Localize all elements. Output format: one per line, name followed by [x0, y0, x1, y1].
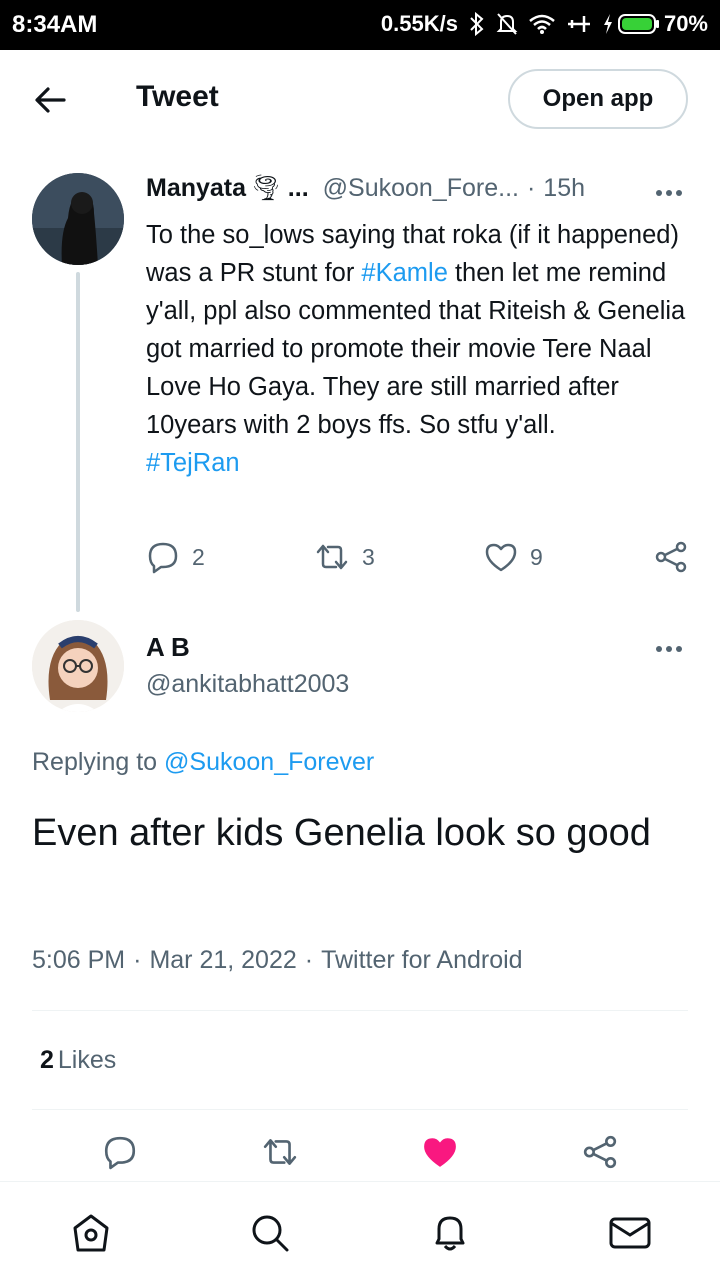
- author-name[interactable]: A B: [146, 632, 190, 663]
- profile-photo: [32, 173, 124, 265]
- retweet-icon[interactable]: [260, 1134, 300, 1170]
- like-button[interactable]: 9: [484, 540, 543, 574]
- tweet-time[interactable]: 15h: [543, 174, 585, 203]
- status-bar: 8:34AM 0.55K/s 70%: [0, 0, 720, 50]
- replying-handle-link[interactable]: @Sukoon_Forever: [164, 748, 374, 776]
- header: Tweet Open app: [0, 50, 720, 150]
- heart-filled-icon[interactable]: [421, 1134, 459, 1170]
- airplane-mode-icon: [567, 16, 590, 32]
- tweet-time[interactable]: 5:06 PM: [32, 946, 125, 974]
- separator-dot: ·: [133, 946, 142, 974]
- retweet-icon: [316, 544, 348, 570]
- likes-summary[interactable]: 2 Likes: [40, 1046, 116, 1075]
- home-icon[interactable]: [70, 1212, 112, 1254]
- avatar[interactable]: [32, 173, 124, 265]
- tweet-source: Twitter for Android: [321, 946, 523, 974]
- reply-count: 2: [192, 543, 205, 570]
- page-title: Tweet: [136, 80, 219, 113]
- mute-bell-icon: [496, 13, 518, 35]
- avatar[interactable]: [32, 620, 124, 712]
- profile-illustration: [32, 620, 124, 712]
- network-speed: 0.55K/s: [380, 11, 458, 36]
- thread-line: [76, 272, 80, 612]
- divider: [32, 1010, 688, 1011]
- retweet-count: 3: [362, 543, 375, 570]
- reply-icon[interactable]: [102, 1134, 138, 1170]
- share-icon[interactable]: [582, 1134, 618, 1170]
- author-handle[interactable]: @ankitabhatt2003: [146, 670, 349, 699]
- search-icon[interactable]: [249, 1212, 291, 1254]
- tornado-emoji-icon: 🌪: [250, 174, 282, 202]
- charging-icon: [603, 14, 612, 34]
- bottom-navigation: [0, 1181, 720, 1280]
- author-handle[interactable]: @Sukoon_Fore...: [323, 174, 519, 203]
- tweet-main-text: Even after kids Genelia look so good: [32, 812, 651, 854]
- status-time: 8:34AM: [12, 11, 98, 38]
- tweet-header: Manyata 🌪 ... @Sukoon_Fore... · 15h: [146, 174, 696, 203]
- hashtag-link[interactable]: #Kamle: [361, 259, 447, 287]
- reply-icon: [148, 542, 178, 574]
- more-options-icon[interactable]: [654, 178, 684, 208]
- tweet-actions: [0, 1134, 720, 1178]
- divider: [32, 1109, 688, 1110]
- battery-icon: [617, 14, 659, 34]
- share-icon: [655, 541, 687, 573]
- likes-label: Likes: [57, 1046, 117, 1074]
- share-button[interactable]: [654, 540, 688, 574]
- like-count: 9: [530, 543, 543, 570]
- tweet-date[interactable]: Mar 21, 2022: [149, 946, 296, 974]
- name-ellipsis: ...: [287, 174, 309, 202]
- back-arrow-icon[interactable]: [30, 80, 70, 120]
- separator-dot: ·: [304, 946, 314, 974]
- notifications-bell-icon[interactable]: [429, 1212, 471, 1254]
- tweet-text: To the so_lows saying that roka (if it h…: [146, 216, 692, 482]
- bluetooth-icon: [470, 12, 484, 36]
- tweet-actions: 2 3 9: [146, 540, 691, 584]
- battery-level: 70%: [663, 11, 708, 36]
- likes-count: 2: [40, 1046, 54, 1074]
- separator-dot: ·: [526, 174, 536, 202]
- replying-prefix: Replying to: [32, 748, 158, 776]
- wifi-icon: [529, 14, 555, 34]
- status-icons: 0.55K/s 70%: [381, 11, 708, 37]
- heart-icon: [485, 543, 517, 572]
- hashtag-link[interactable]: #TejRan: [146, 449, 240, 477]
- replying-to: Replying to @Sukoon_Forever: [32, 748, 374, 777]
- retweet-button[interactable]: 3: [314, 540, 375, 574]
- battery-indicator: 70%: [602, 11, 708, 37]
- open-app-button[interactable]: Open app: [508, 69, 688, 129]
- author-name[interactable]: Manyata: [146, 174, 246, 203]
- tweet-meta: 5:06 PM · Mar 21, 2022 · Twitter for Android: [32, 946, 523, 975]
- reply-button[interactable]: 2: [146, 540, 205, 574]
- messages-mail-icon[interactable]: [608, 1212, 652, 1254]
- more-options-icon[interactable]: [654, 634, 684, 664]
